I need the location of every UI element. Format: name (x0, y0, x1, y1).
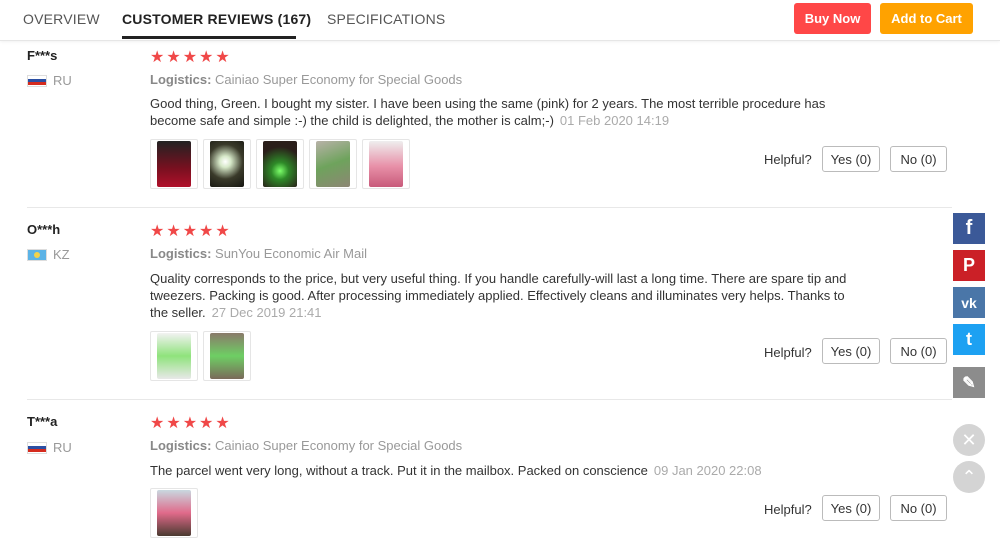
logistics-info: Logistics: Cainiao Super Economy for Spe… (150, 72, 462, 87)
star-rating: ★★★★★ (150, 223, 232, 240)
russia-flag-icon (27, 441, 47, 454)
review-text: Quality corresponds to the price, but ve… (150, 270, 850, 321)
helpful-no-button[interactable]: No (0) (890, 495, 947, 521)
review-date: 09 Jan 2020 22:08 (653, 463, 762, 478)
review-user: T***a (27, 414, 58, 429)
edit-icon[interactable]: ✎ (953, 367, 985, 398)
tab-overview[interactable]: OVERVIEW (23, 11, 100, 27)
logistics-label: Logistics: (150, 438, 212, 453)
review-photos (150, 139, 410, 189)
kazakhstan-flag-icon (27, 248, 47, 261)
top-tab-bar: OVERVIEW CUSTOMER REVIEWS (167) SPECIFIC… (0, 0, 1000, 41)
review-photo[interactable] (150, 139, 198, 189)
helpful-label: Helpful? (764, 502, 812, 517)
review-photo[interactable] (256, 139, 304, 189)
helpful-label: Helpful? (764, 152, 812, 167)
review-divider (27, 207, 952, 208)
add-to-cart-button[interactable]: Add to Cart (880, 3, 973, 34)
review-photo[interactable] (203, 331, 251, 381)
review-photos (150, 331, 251, 381)
country-code: RU (53, 73, 72, 88)
helpful-no-button[interactable]: No (0) (890, 338, 947, 364)
logistics-label: Logistics: (150, 72, 212, 87)
review-text: Good thing, Green. I bought my sister. I… (150, 95, 850, 129)
review-text: The parcel went very long, without a tra… (150, 462, 850, 479)
pinterest-share-icon[interactable]: P (953, 250, 985, 281)
facebook-share-icon[interactable]: f (953, 213, 985, 244)
logistics-value: Cainiao Super Economy for Special Goods (215, 438, 463, 453)
helpful-yes-button[interactable]: Yes (0) (822, 338, 880, 364)
helpful-yes-button[interactable]: Yes (0) (822, 146, 880, 172)
logistics-label: Logistics: (150, 246, 212, 261)
review-photo[interactable] (203, 139, 251, 189)
review-photo[interactable] (362, 139, 410, 189)
review-date: 27 Dec 2019 21:41 (211, 305, 322, 320)
review-country: RU (27, 440, 72, 455)
review-divider (27, 399, 952, 400)
country-code: RU (53, 440, 72, 455)
logistics-info: Logistics: Cainiao Super Economy for Spe… (150, 438, 462, 453)
logistics-value: SunYou Economic Air Mail (215, 246, 368, 261)
helpful-no-button[interactable]: No (0) (890, 146, 947, 172)
review-date: 01 Feb 2020 14:19 (559, 113, 670, 128)
helpful-label: Helpful? (764, 345, 812, 360)
review-photo[interactable] (150, 488, 198, 538)
review-body: Good thing, Green. I bought my sister. I… (150, 96, 826, 128)
review-user: F***s (27, 48, 58, 63)
active-tab-underline (122, 36, 296, 39)
tab-specifications[interactable]: SPECIFICATIONS (327, 11, 445, 27)
logistics-info: Logistics: SunYou Economic Air Mail (150, 246, 367, 261)
twitter-share-icon[interactable]: t (953, 324, 985, 355)
star-rating: ★★★★★ (150, 415, 232, 432)
review-photos (150, 488, 198, 538)
review-body: The parcel went very long, without a tra… (150, 463, 648, 478)
country-code: KZ (53, 247, 70, 262)
review-photo[interactable] (309, 139, 357, 189)
star-rating: ★★★★★ (150, 49, 232, 66)
vk-share-icon[interactable]: vk (953, 287, 985, 318)
buy-now-button[interactable]: Buy Now (794, 3, 871, 34)
close-icon[interactable]: ✕ (953, 424, 985, 456)
logistics-value: Cainiao Super Economy for Special Goods (215, 72, 463, 87)
review-photo[interactable] (150, 331, 198, 381)
helpful-yes-button[interactable]: Yes (0) (822, 495, 880, 521)
russia-flag-icon (27, 74, 47, 87)
tab-customer-reviews[interactable]: CUSTOMER REVIEWS (167) (122, 11, 311, 27)
review-user: O***h (27, 222, 61, 237)
review-country: KZ (27, 247, 70, 262)
review-country: RU (27, 73, 72, 88)
scroll-to-top-icon[interactable]: ⌃ (953, 461, 985, 493)
